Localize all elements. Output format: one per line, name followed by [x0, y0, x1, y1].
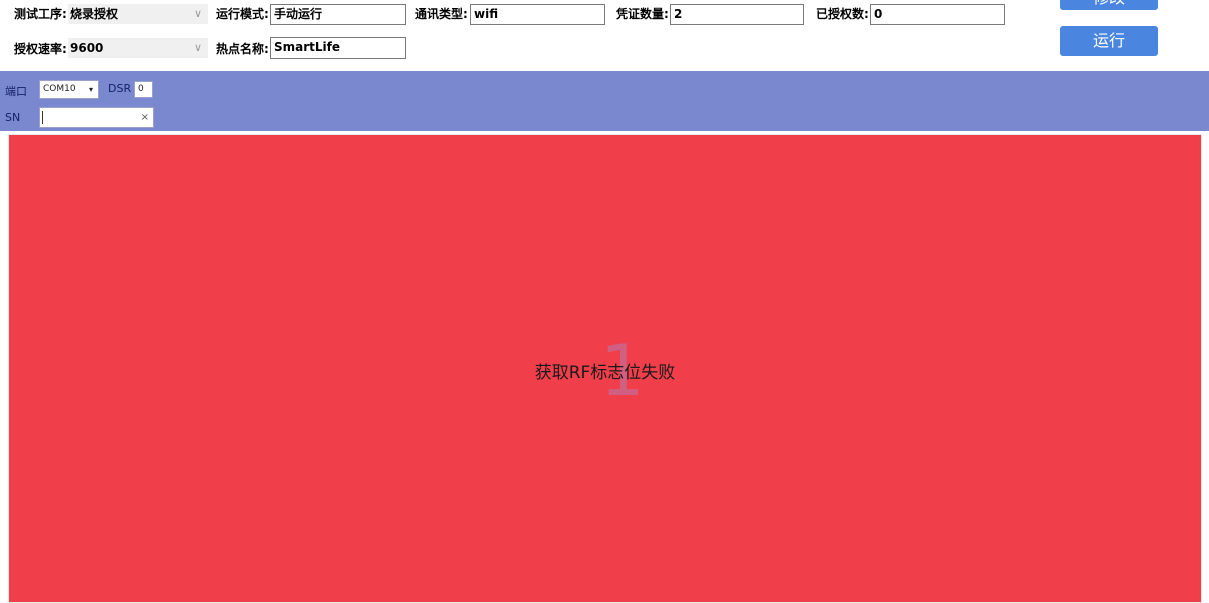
auth-rate-label: 授权速率:: [14, 42, 67, 56]
test-process-label: 测试工序:: [14, 7, 67, 21]
result-message: 获取RF标志位失败: [534, 363, 676, 383]
chevron-down-icon: ∨: [193, 41, 202, 54]
sn-input[interactable]: ×: [39, 107, 154, 128]
comm-type-label: 通讯类型:: [415, 7, 468, 21]
dsr-label: DSR: [108, 82, 132, 95]
test-process-select[interactable]: 烧录授权 ∨: [68, 4, 208, 24]
auth-rate-select[interactable]: 9600 ∨: [68, 38, 208, 58]
port-label: 端口: [5, 85, 27, 98]
comm-type-field[interactable]: wifi: [470, 4, 605, 25]
port-select[interactable]: COM10 ▾: [39, 80, 99, 99]
chevron-down-icon: ▾: [88, 85, 93, 94]
authorized-count-field[interactable]: 0: [870, 4, 1005, 25]
modify-button[interactable]: 修改: [1060, 0, 1158, 10]
dsr-value-box: 0: [134, 81, 153, 98]
credential-count-label: 凭证数量:: [616, 7, 669, 21]
hotspot-name-label: 热点名称:: [216, 42, 269, 56]
config-panel: 测试工序: 烧录授权 ∨ 运行模式: 手动运行 通讯类型: wifi 凭证数量:…: [0, 0, 1209, 71]
port-value: COM10: [43, 84, 76, 94]
chevron-down-icon: ∨: [193, 7, 202, 20]
hotspot-name-field[interactable]: SmartLife: [270, 37, 406, 59]
run-mode-label: 运行模式:: [216, 7, 269, 21]
authorized-count-label: 已授权数:: [816, 7, 869, 21]
text-cursor: [42, 111, 43, 124]
run-button[interactable]: 运行: [1060, 26, 1158, 56]
close-icon[interactable]: ×: [141, 108, 149, 127]
port-bar: 端口 COM10 ▾ DSR 0 SN ×: [0, 71, 1209, 131]
result-panel: 1 获取RF标志位失败: [8, 134, 1202, 603]
credential-count-field[interactable]: 2: [670, 4, 804, 25]
sn-label: SN: [5, 111, 21, 124]
result-frame: 1 获取RF标志位失败: [0, 131, 1209, 603]
run-mode-field[interactable]: 手动运行: [270, 4, 406, 25]
auth-rate-value: 9600: [70, 41, 104, 55]
test-process-value: 烧录授权: [70, 7, 119, 21]
